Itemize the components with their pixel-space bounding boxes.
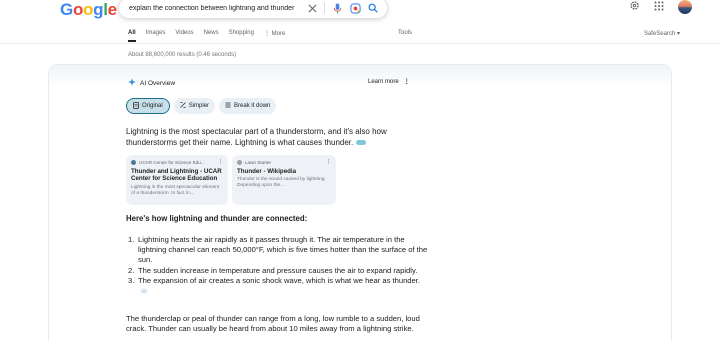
list-item-text: The sudden increase in temperature and p… <box>138 265 418 275</box>
search-tabs: All Images Videos News Shopping ⋮ More <box>128 30 285 42</box>
steps-list: 1. Lightning heats the air rapidly as it … <box>128 235 428 296</box>
chip-original[interactable]: Original <box>126 98 170 114</box>
tools-button[interactable]: Tools <box>398 30 412 36</box>
avatar[interactable] <box>678 0 692 14</box>
ai-sparkle-icon <box>128 78 136 88</box>
document-icon <box>133 101 139 111</box>
simplify-icon <box>179 102 186 110</box>
chip-break-it-down[interactable]: Break it down <box>219 98 277 114</box>
chip-simpler-label: Simpler <box>188 103 210 109</box>
lens-icon[interactable] <box>349 2 361 14</box>
microphone-icon[interactable] <box>331 2 343 14</box>
source-title[interactable]: Thunder and Lightning - UCAR Center for … <box>131 168 223 183</box>
more-vert-icon[interactable]: ⋮ <box>404 78 410 85</box>
ai-format-chips: Original Simpler Break it down <box>126 98 277 114</box>
link-badge-icon[interactable] <box>356 140 367 146</box>
chip-break-label: Break it down <box>234 103 271 109</box>
results-stats: About 88,600,000 results (0.46 seconds) <box>128 52 237 58</box>
apps-grid-icon[interactable] <box>654 0 664 16</box>
source-site: UCAR Center for Science Edu... <box>139 159 205 165</box>
header-divider <box>0 43 720 44</box>
source-title[interactable]: Thunder - Wikipedia <box>237 168 331 175</box>
source-site: Lawn Starter <box>245 159 272 165</box>
more-vert-icon[interactable]: ⋮ <box>326 159 331 165</box>
search-divider <box>324 2 325 14</box>
tab-images[interactable]: Images <box>146 30 166 42</box>
list-item: 1. Lightning heats the air rapidly as it … <box>128 235 428 265</box>
search-box[interactable]: explain the connection between lightning… <box>118 0 388 19</box>
ai-intro-paragraph: Lightning is the most spectacular part o… <box>126 126 426 148</box>
ai-overview-header: AI Overview <box>128 78 175 88</box>
list-item: 2. The sudden increase in temperature and… <box>128 265 418 275</box>
favicon-icon <box>131 159 136 165</box>
clear-icon[interactable] <box>306 2 318 14</box>
tab-news[interactable]: News <box>204 30 219 42</box>
tab-videos[interactable]: Videos <box>175 30 193 42</box>
closing-paragraph: The thunderclap or peal of thunder can r… <box>126 314 420 334</box>
source-snippet: Lightning is the most spectacular elemen… <box>131 184 220 196</box>
ai-intro-text: Lightning is the most spectacular part o… <box>126 127 387 147</box>
list-icon <box>225 102 231 110</box>
source-snippet: Thunder is the sound caused by lightning… <box>237 177 326 189</box>
list-item-text: Lightning heats the air rapidly as it pa… <box>138 235 428 265</box>
favicon-icon <box>237 159 242 165</box>
settings-icon[interactable] <box>629 0 640 16</box>
chip-simpler[interactable]: Simpler <box>173 98 216 114</box>
expand-chevron-icon[interactable]: ⌄ <box>140 288 148 295</box>
source-card[interactable]: UCAR Center for Science Edu... ⋮ Thunder … <box>126 155 228 205</box>
chip-original-label: Original <box>142 103 163 109</box>
header-actions <box>629 0 692 16</box>
tab-more[interactable]: ⋮ More <box>264 30 285 42</box>
google-logo[interactable]: Google <box>60 0 117 20</box>
more-vert-icon[interactable]: ⋮ <box>218 159 223 165</box>
tab-all[interactable]: All <box>128 30 136 42</box>
learn-more[interactable]: Learn more ⋮ <box>368 78 410 86</box>
search-input[interactable]: explain the connection between lightning… <box>129 5 300 12</box>
connection-subheading: Here's how lightning and thunder are con… <box>126 214 308 223</box>
page: Google explain the connection between li… <box>0 0 720 340</box>
list-item-text: The expansion of air creates a sonic sho… <box>138 275 420 285</box>
tab-shopping[interactable]: Shopping <box>229 30 254 42</box>
safesearch-button[interactable]: SafeSearch ▾ <box>644 30 680 37</box>
learn-more-link[interactable]: Learn more <box>368 79 399 85</box>
list-item: 3. The expansion of air creates a sonic s… <box>128 275 420 295</box>
source-card[interactable]: Lawn Starter ⋮ Thunder - Wikipedia Thunde… <box>232 155 336 205</box>
search-icon[interactable] <box>367 2 379 14</box>
ai-overview-title: AI Overview <box>140 79 176 87</box>
